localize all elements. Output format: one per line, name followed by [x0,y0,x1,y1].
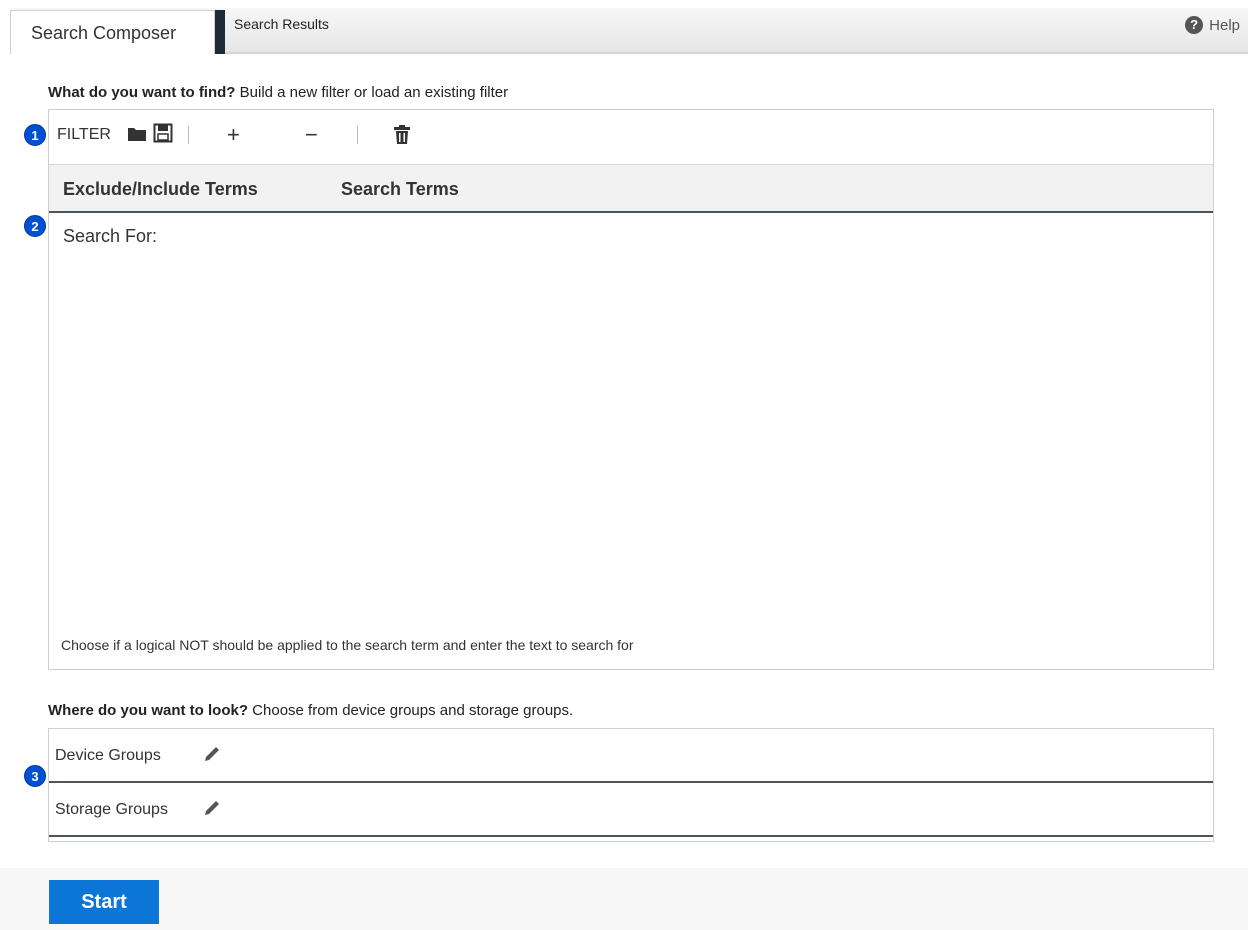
look-section-label: Where do you want to look? Choose from d… [48,702,573,719]
tab-search-composer[interactable]: Search Composer [10,10,215,54]
filter-panel: FILTER + − Exclude/Include Terms Search … [48,109,1214,670]
step-1-badge: 1 [24,124,46,146]
toolbar-divider [188,126,189,144]
groups-panel: Device Groups Storage Groups [48,728,1214,842]
look-description: Choose from device groups and storage gr… [252,702,574,719]
save-icon[interactable] [153,123,173,148]
find-question: What do you want to find? [48,84,236,101]
trash-icon[interactable] [393,125,411,150]
toolbar-divider [357,126,358,144]
edit-device-groups-pencil-icon[interactable] [203,745,221,768]
question-icon: ? [1185,16,1204,34]
help-link[interactable]: ? Help [1185,16,1240,34]
find-section-label: What do you want to find? Build a new fi… [48,84,508,101]
search-terms-column: Search Terms [341,179,459,199]
step-3-badge: 3 [24,765,46,787]
filter-label: FILTER [57,126,111,143]
start-bar [0,868,1248,930]
tab-bar: Search Composer Search Results ? Help [10,8,1248,54]
remove-icon[interactable]: − [305,122,318,148]
filter-hint: Choose if a logical NOT should be applie… [61,637,634,653]
device-groups-row[interactable]: Device Groups [49,729,1213,783]
add-icon[interactable]: + [227,122,240,148]
help-label: Help [1209,16,1240,34]
look-question: Where do you want to look? [48,702,248,719]
storage-groups-row[interactable]: Storage Groups [49,783,1213,837]
tab-search-results[interactable]: Search Results [234,16,329,32]
find-description: Build a new filter or load an existing f… [239,84,509,101]
edit-storage-groups-pencil-icon[interactable] [203,799,221,822]
filter-toolbar: FILTER + − [49,110,1213,165]
storage-groups-label: Storage Groups [55,801,168,818]
exclude-include-column: Exclude/Include Terms [63,179,258,199]
active-tab-indicator [215,10,225,54]
step-2-badge: 2 [24,215,46,237]
search-for-label[interactable]: Search For: [63,226,157,247]
folder-icon[interactable] [127,124,147,147]
column-header: Exclude/Include Terms Search Terms [49,165,1213,213]
start-button[interactable]: Start [49,880,159,924]
device-groups-label: Device Groups [55,747,161,764]
